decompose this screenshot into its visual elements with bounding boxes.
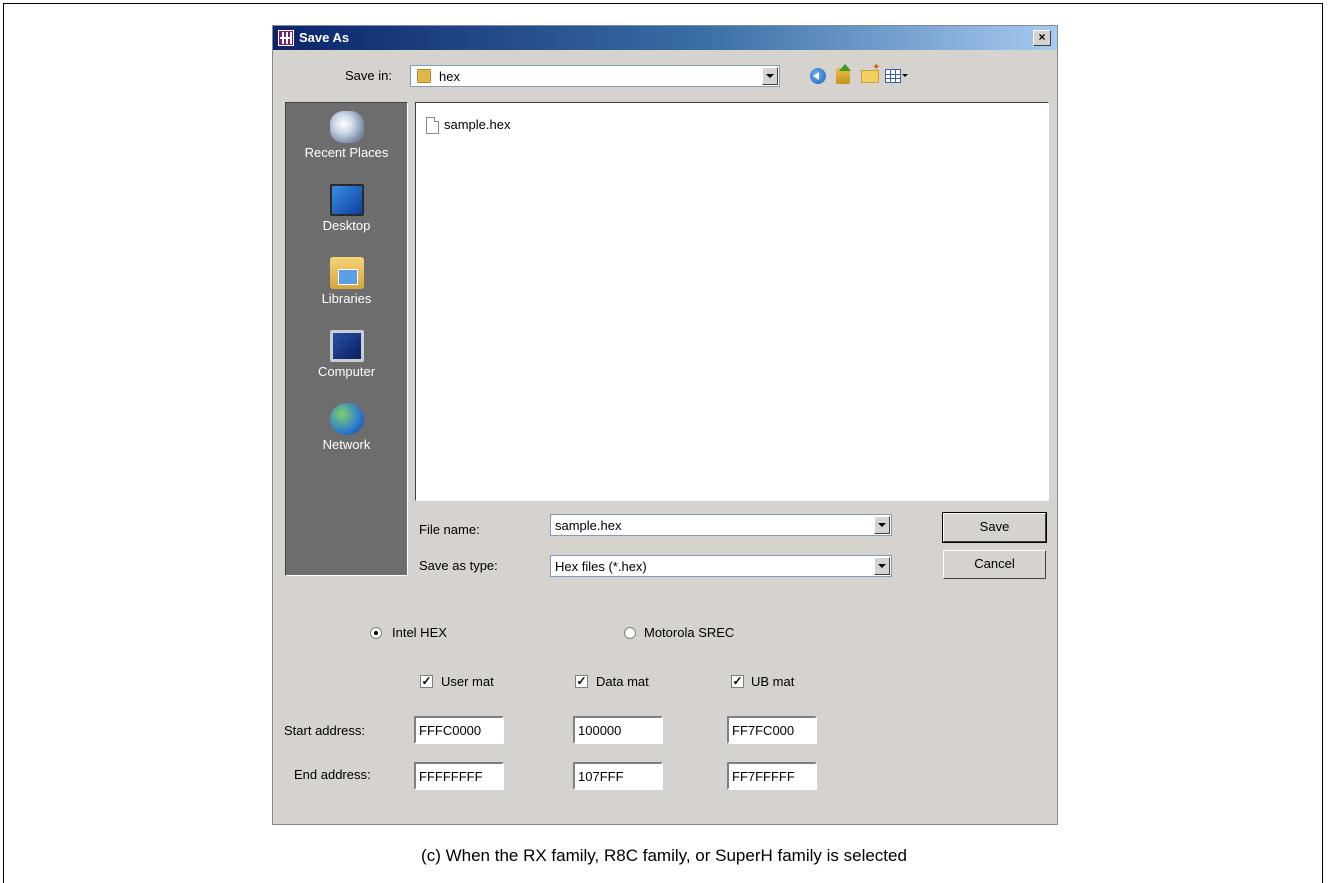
data-mat-label: Data mat: [596, 674, 649, 689]
place-recent-places[interactable]: Recent Places: [286, 107, 407, 179]
user-mat-start-value: FFFC0000: [419, 723, 482, 738]
place-computer[interactable]: Computer: [286, 326, 407, 398]
place-label: Network: [322, 437, 371, 452]
data-mat-end-value: 107FFF: [578, 769, 624, 784]
place-label: Computer: [317, 364, 376, 379]
place-libraries[interactable]: Libraries: [286, 253, 407, 325]
file-item-name: sample.hex: [444, 117, 511, 132]
user-mat-start-input[interactable]: FFFC0000: [414, 716, 504, 744]
end-address-label: End address:: [294, 767, 371, 782]
folder-icon: [417, 69, 431, 83]
back-icon[interactable]: [810, 68, 826, 84]
app-icon: [278, 30, 294, 46]
place-label: Recent Places: [304, 145, 389, 160]
start-address-label: Start address:: [284, 723, 365, 738]
data-mat-end-input[interactable]: 107FFF: [573, 762, 663, 790]
ub-mat-end-input[interactable]: FF7FFFFF: [727, 762, 817, 790]
chevron-down-icon[interactable]: [874, 557, 890, 575]
chevron-down-icon[interactable]: [874, 516, 890, 534]
save-as-type-select[interactable]: Hex files (*.hex): [550, 555, 892, 577]
new-folder-icon[interactable]: [861, 62, 880, 83]
recent-places-icon: [330, 111, 364, 143]
file-name-input[interactable]: sample.hex: [550, 514, 892, 536]
ub-mat-checkbox[interactable]: ✓: [731, 675, 744, 688]
data-mat-start-value: 100000: [578, 723, 622, 738]
ub-mat-start-input[interactable]: FF7FC000: [727, 716, 817, 744]
views-icon[interactable]: [885, 69, 901, 83]
user-mat-end-value: FFFFFFFF: [419, 769, 483, 784]
save-as-dialog: Save As × Save in: hex Recent Places Des…: [272, 25, 1058, 825]
place-desktop[interactable]: Desktop: [286, 180, 407, 252]
ub-mat-label: UB mat: [751, 674, 795, 689]
places-bar: Recent Places Desktop Libraries Computer…: [285, 102, 408, 576]
file-name-value: sample.hex: [555, 518, 622, 533]
user-mat-label: User mat: [441, 674, 494, 689]
save-button[interactable]: Save: [942, 512, 1047, 543]
place-label: Libraries: [321, 291, 372, 306]
save-as-type-label: Save as type:: [419, 558, 498, 573]
intel-hex-radio[interactable]: [370, 627, 382, 639]
save-in-value: hex: [439, 69, 460, 84]
data-mat-checkbox[interactable]: ✓: [575, 675, 588, 688]
motorola-srec-radio[interactable]: [624, 627, 636, 639]
user-mat-checkbox[interactable]: ✓: [420, 675, 433, 688]
network-icon: [330, 403, 364, 435]
figure-caption: (c) When the RX family, R8C family, or S…: [421, 846, 907, 865]
ub-mat-start-value: FF7FC000: [732, 723, 795, 738]
libraries-icon: [330, 257, 364, 289]
motorola-srec-label: Motorola SREC: [644, 625, 735, 640]
ub-mat-end-value: FF7FFFFF: [732, 769, 795, 784]
close-button[interactable]: ×: [1033, 30, 1051, 46]
views-dropdown-icon[interactable]: [902, 74, 908, 77]
file-name-label: File name:: [419, 522, 480, 537]
save-in-combo[interactable]: hex: [410, 65, 780, 87]
up-folder-icon[interactable]: [836, 64, 851, 84]
computer-icon: [330, 330, 364, 362]
intel-hex-label: Intel HEX: [392, 625, 447, 640]
save-as-type-value: Hex files (*.hex): [555, 559, 647, 574]
chevron-down-icon[interactable]: [762, 67, 778, 85]
title-bar[interactable]: Save As ×: [273, 26, 1057, 50]
desktop-icon: [330, 184, 364, 216]
place-network[interactable]: Network: [286, 399, 407, 471]
window-title: Save As: [299, 30, 350, 45]
data-mat-start-input[interactable]: 100000: [573, 716, 663, 744]
file-list[interactable]: sample.hex: [415, 102, 1049, 501]
place-label: Desktop: [322, 218, 371, 233]
cancel-button[interactable]: Cancel: [943, 550, 1046, 579]
save-in-label: Save in:: [345, 68, 392, 83]
file-icon: [426, 117, 439, 134]
user-mat-end-input[interactable]: FFFFFFFF: [414, 762, 504, 790]
